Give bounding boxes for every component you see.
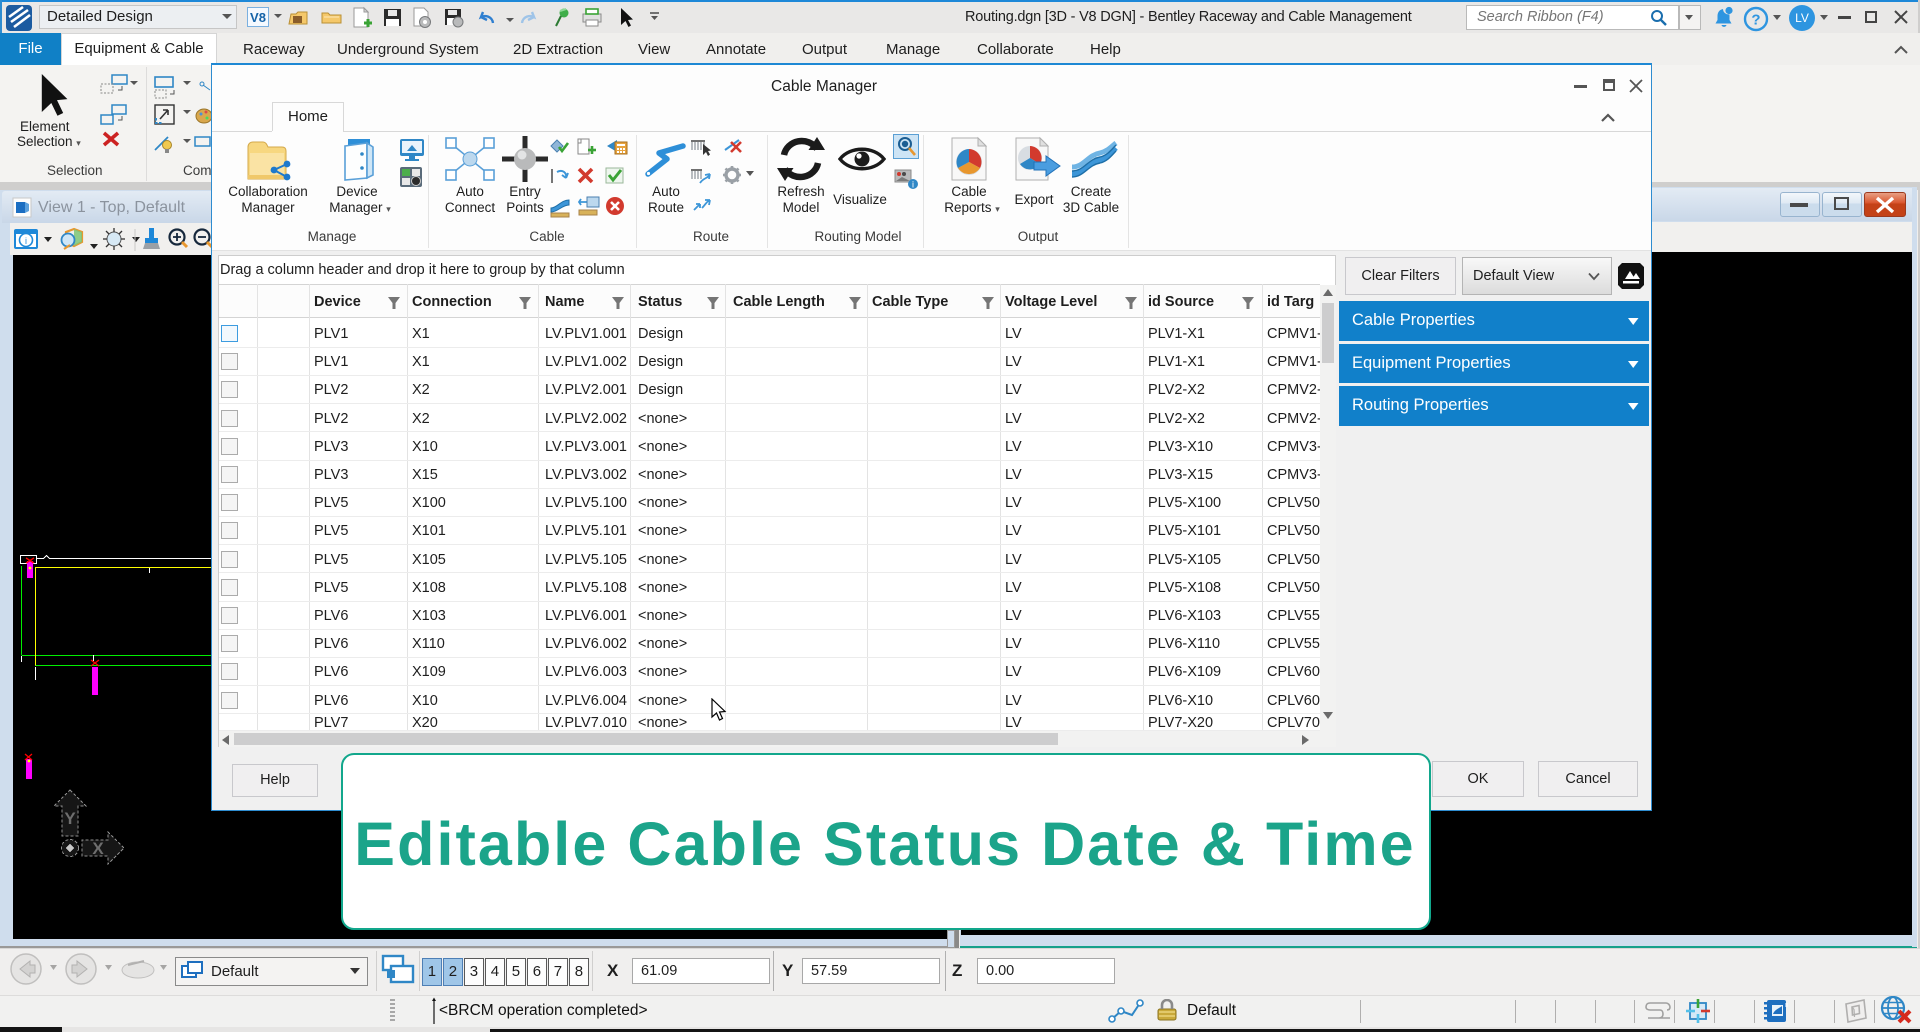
svg-text:Y: Y [64,809,76,828]
svg-text:X: X [92,839,104,858]
svg-text:?: ? [1751,12,1760,29]
svg-text:i: i [912,180,914,190]
svg-text:i: i [25,236,27,246]
